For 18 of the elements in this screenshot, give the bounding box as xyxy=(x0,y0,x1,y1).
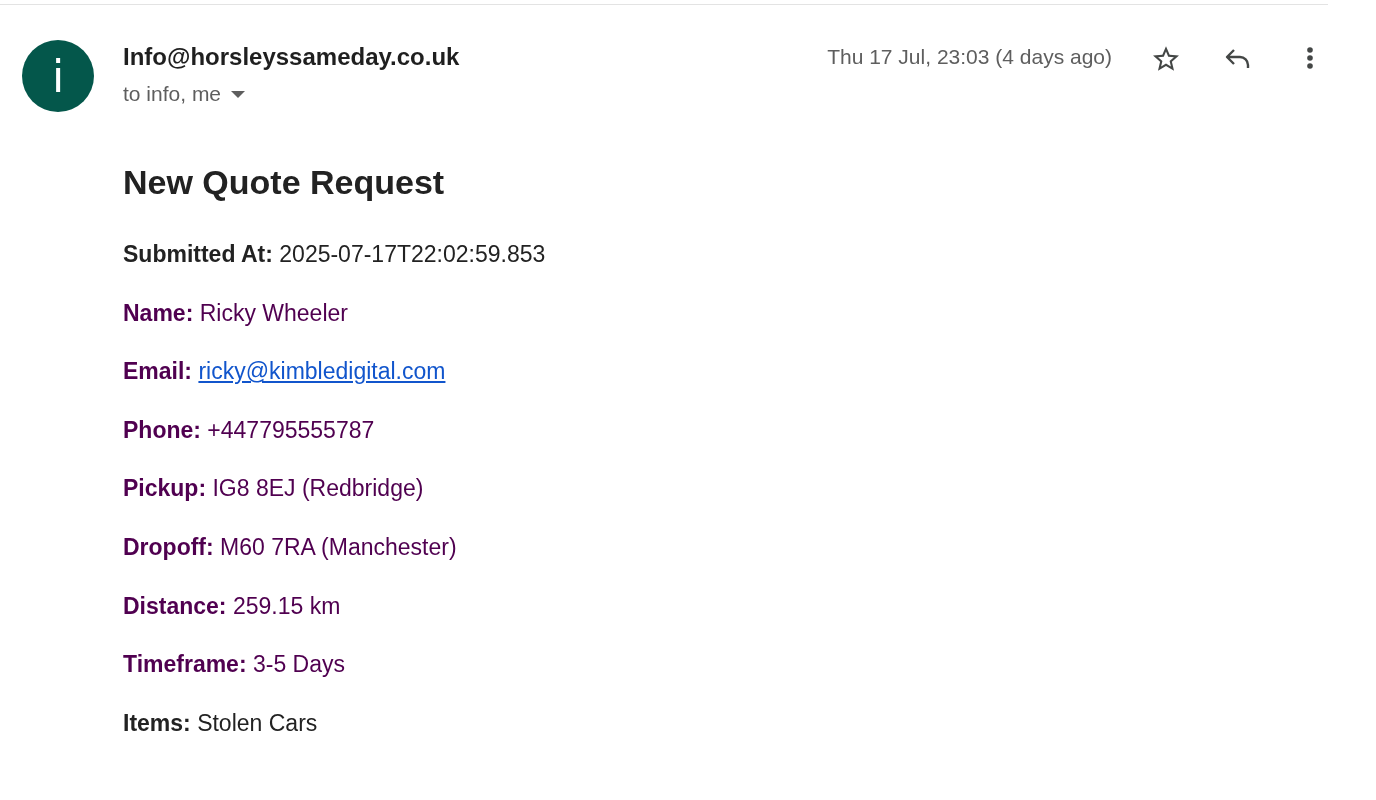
field-line: Submitted At: 2025-07-17T22:02:59.853 xyxy=(123,240,547,268)
sender-address: Info@horsleyssameday.co.uk xyxy=(123,42,460,72)
field-line: Email: ricky@kimbledigital.com xyxy=(123,357,447,386)
field-line: Distance: 259.15 km xyxy=(123,591,342,620)
field-line: Items: Stolen Cars xyxy=(123,708,319,737)
field-line: Timeframe: 3-5 Days xyxy=(123,650,346,679)
email-date: Thu 17 Jul, 23:03 (4 days ago) xyxy=(827,44,1112,70)
field-line: Name: Ricky Wheeler xyxy=(123,298,349,327)
field-line: Pickup: IG8 8EJ (Redbridge) xyxy=(123,474,425,503)
recipients-button[interactable]: to info, me xyxy=(123,81,246,107)
caret-down-icon xyxy=(231,90,246,98)
field-line: Dropoff: M60 7RA (Manchester) xyxy=(123,532,458,561)
reply-icon xyxy=(1225,48,1251,68)
field-line: Phone: +447795555787 xyxy=(123,415,376,444)
more-vertical-icon xyxy=(1307,47,1313,69)
email-heading: New Quote Request xyxy=(123,162,446,202)
sender-avatar: i xyxy=(22,40,94,112)
email-link[interactable]: ricky@kimbledigital.com xyxy=(198,358,446,385)
